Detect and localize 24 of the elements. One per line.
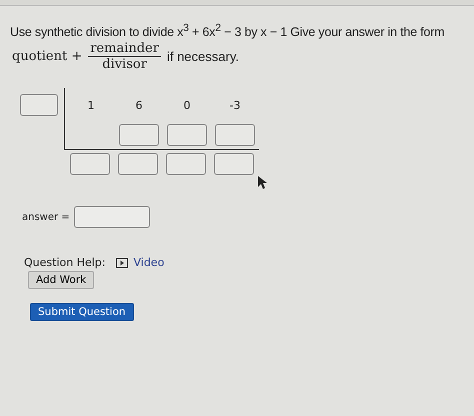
result-field[interactable] (166, 153, 206, 176)
product-field[interactable] (215, 124, 255, 146)
submit-button[interactable]: Submit Question (30, 303, 134, 322)
video-link[interactable]: Video (133, 256, 164, 270)
coefficient: 1 (86, 98, 96, 114)
answer-label: answer = (22, 212, 70, 223)
answer-field[interactable] (74, 206, 150, 228)
help-label: Question Help: (24, 256, 106, 270)
coefficient: 0 (182, 98, 192, 114)
product-field[interactable] (119, 124, 159, 146)
result-field[interactable] (214, 153, 254, 176)
add-work-button[interactable]: Add Work (28, 271, 94, 290)
coefficient: -3 (228, 98, 242, 114)
product-field[interactable] (167, 124, 207, 146)
play-icon (116, 258, 128, 268)
question-text: Use synthetic division to divide x$^{3}$ + 6x$^{2}$ − 3 by x − 1 Give your answer in the form (10, 23, 446, 40)
fraction: remainder divisor (88, 41, 161, 72)
form-lead: quotient + (12, 49, 82, 64)
result-field[interactable] (118, 153, 158, 176)
mouse-cursor-icon (258, 176, 267, 190)
result-field[interactable] (70, 153, 110, 176)
divisor-field[interactable] (20, 94, 58, 116)
coefficient: 6 (134, 98, 144, 114)
form-trail: if necessary. (166, 49, 239, 64)
